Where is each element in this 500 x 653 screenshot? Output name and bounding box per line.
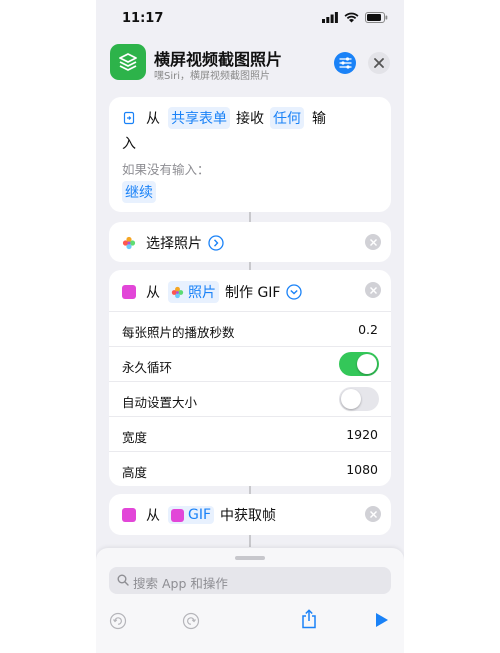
settings-button[interactable] (334, 52, 356, 74)
get-frames-label: 中获取帧 (220, 508, 277, 524)
connector (249, 262, 251, 270)
shortcut-app-icon[interactable] (110, 44, 146, 80)
from-label: 从 (146, 111, 160, 127)
from-label: 从 (146, 285, 160, 301)
redo-icon (182, 612, 200, 630)
close-icon (374, 58, 384, 68)
redo-button[interactable] (182, 612, 200, 630)
wifi-icon (344, 12, 359, 23)
loop-forever-row: 永久循环 (109, 346, 391, 382)
share-icon (302, 609, 316, 629)
remove-action-button[interactable] (365, 234, 381, 250)
auto-size-toggle[interactable] (339, 387, 379, 411)
width-value[interactable]: 1920 (346, 427, 378, 442)
sheet-grabber[interactable] (235, 556, 265, 560)
get-frames-action[interactable]: 从 GIF 中获取帧 (109, 494, 391, 535)
status-icons (322, 12, 388, 23)
phone-screen: 11:17 横屏视频截图照片 嘿Siri，横屏视频截图照片 从 共享表单 接收 (96, 0, 404, 653)
continue-token[interactable]: 继续 (122, 181, 156, 203)
close-icon (369, 286, 377, 294)
auto-size-label: 自动设置大小 (122, 395, 198, 410)
input-label-part2: 入 (122, 136, 136, 152)
gif-token-label: GIF (188, 507, 212, 523)
select-photos-action[interactable]: 选择照片 (109, 222, 391, 262)
undo-icon (109, 612, 127, 630)
connector (249, 486, 251, 494)
receive-row: 从 共享表单 接收 任何 输 (122, 107, 326, 129)
make-gif-label: 制作 GIF (225, 285, 281, 301)
select-photos-label: 选择照片 (146, 236, 202, 252)
run-button[interactable] (375, 612, 389, 628)
close-icon (369, 238, 377, 246)
sliders-icon (339, 57, 351, 69)
receive-label: 接收 (236, 111, 264, 127)
connector (249, 535, 251, 547)
search-icon (117, 574, 129, 586)
height-value[interactable]: 1080 (346, 462, 378, 477)
auto-size-row: 自动设置大小 (109, 381, 391, 417)
undo-button[interactable] (109, 612, 127, 630)
loop-forever-label: 永久循环 (122, 360, 173, 375)
seconds-per-photo-value[interactable]: 0.2 (358, 322, 378, 337)
layers-icon (119, 53, 137, 71)
select-photos-row: 选择照片 (122, 233, 224, 253)
shortcut-header: 横屏视频截图照片 嘿Siri，横屏视频截图照片 (96, 40, 404, 88)
close-button[interactable] (368, 52, 390, 74)
search-placeholder: 搜索 App 和操作 (133, 576, 228, 591)
seconds-per-photo-label: 每张照片的播放秒数 (122, 325, 235, 340)
gif-app-icon (122, 285, 136, 299)
make-gif-action[interactable]: 从 照片 制作 GIF 每张照片的播放秒数 0.2 永久循环 自动设置大小 宽度… (109, 270, 391, 486)
close-icon (369, 510, 377, 518)
toggle-knob (357, 354, 377, 374)
if-no-input-label: 如果没有输入： (122, 162, 210, 177)
make-gif-row: 从 照片 制作 GIF (122, 281, 303, 303)
photos-token-label: 照片 (188, 285, 216, 301)
gif-icon (171, 508, 184, 522)
play-icon (376, 613, 388, 627)
loop-forever-toggle[interactable] (339, 352, 379, 376)
width-row[interactable]: 宽度 1920 (109, 416, 391, 452)
seconds-per-photo-row[interactable]: 每张照片的播放秒数 0.2 (109, 311, 391, 347)
from-label: 从 (146, 508, 160, 524)
continue-row: 继续 (122, 181, 156, 203)
shortcut-siri-phrase: 嘿Siri，横屏视频截图照片 (154, 71, 271, 82)
input-label-part1: 输 (312, 111, 326, 127)
remove-action-button[interactable] (365, 506, 381, 522)
photos-icon (122, 236, 136, 250)
connector (249, 212, 251, 222)
share-sheet-token[interactable]: 共享表单 (168, 107, 230, 129)
signal-icon (322, 12, 338, 23)
chevron-right-circle-icon[interactable] (208, 235, 224, 251)
any-input-token[interactable]: 任何 (270, 107, 304, 129)
remove-action-button[interactable] (365, 282, 381, 298)
chevron-down-circle-icon[interactable] (286, 284, 303, 300)
width-label: 宽度 (122, 430, 148, 445)
status-time: 11:17 (122, 11, 164, 26)
height-label: 高度 (122, 465, 148, 480)
gif-app-icon (122, 508, 136, 522)
photos-icon (171, 286, 184, 298)
height-row[interactable]: 高度 1080 (109, 451, 391, 487)
status-bar: 11:17 (96, 0, 404, 40)
share-button[interactable] (301, 609, 317, 629)
share-input-icon (123, 111, 135, 125)
receive-input-action[interactable]: 从 共享表单 接收 任何 输 入 如果没有输入： 继续 (109, 97, 391, 212)
toggle-knob (341, 389, 361, 409)
get-frames-row: 从 GIF 中获取帧 (122, 505, 276, 525)
photos-token[interactable]: 照片 (168, 281, 219, 303)
action-search-sheet: 搜索 App 和操作 (96, 548, 404, 653)
gif-token[interactable]: GIF (168, 506, 215, 524)
search-input[interactable]: 搜索 App 和操作 (109, 567, 391, 594)
battery-icon (365, 12, 388, 23)
